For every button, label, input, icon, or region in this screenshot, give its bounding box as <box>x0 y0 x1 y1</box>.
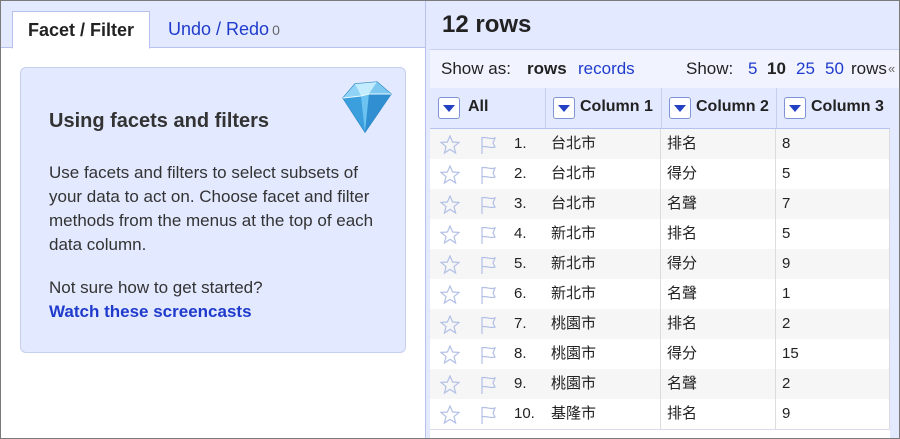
table-row: 5. 新北市 得分 9 <box>430 249 899 280</box>
cell-column-1[interactable]: 台北市 <box>545 159 661 189</box>
col1-label: Column 1 <box>580 98 653 115</box>
undo-count: 0 <box>272 22 280 38</box>
page-size-50[interactable]: 50 <box>825 59 844 79</box>
cell-column-3[interactable]: 1 <box>776 279 890 309</box>
tab-undo-redo-label: Undo / Redo <box>168 19 270 39</box>
cell-column-2[interactable]: 得分 <box>661 249 776 279</box>
show-label: Show: <box>686 59 734 78</box>
cell-column-3[interactable]: 2 <box>776 309 890 339</box>
cell-column-3[interactable]: 15 <box>776 339 890 369</box>
facet-help-box: Using facets and filters Use facets and … <box>20 67 406 353</box>
cell-column-2[interactable]: 排名 <box>661 129 776 159</box>
row-index: 9. <box>514 375 527 392</box>
cell-column-3[interactable]: 9 <box>776 399 890 429</box>
help-title: Using facets and filters <box>49 110 270 132</box>
cell-column-3[interactable]: 7 <box>776 189 890 219</box>
page-size-25[interactable]: 25 <box>796 59 815 79</box>
table-row: 10. 基隆市 排名 9 <box>430 399 899 430</box>
table-row: 9. 桃園市 名聲 2 <box>430 369 899 400</box>
cell-column-3[interactable]: 5 <box>776 219 890 249</box>
tab-undo-redo[interactable]: Undo / Redo 0 <box>168 11 280 47</box>
data-grid: All Column 1 Column 2 Column 3 1. 台北市 排名 8 2… <box>430 88 899 438</box>
mode-records-link[interactable]: records <box>578 59 635 79</box>
row-index: 5. <box>514 255 527 272</box>
cell-column-2[interactable]: 得分 <box>661 339 776 369</box>
col3-menu-button[interactable] <box>784 97 806 119</box>
cell-column-2[interactable]: 名聲 <box>661 279 776 309</box>
col-header-3: Column 3 <box>776 88 891 128</box>
col-header-1: Column 1 <box>545 88 662 128</box>
cell-column-3[interactable]: 2 <box>776 369 890 399</box>
col1-menu-button[interactable] <box>553 97 575 119</box>
row-index: 10. <box>514 405 535 422</box>
table-row: 8. 桃園市 得分 15 <box>430 339 899 370</box>
col2-label: Column 2 <box>696 98 769 115</box>
col-header-2: Column 2 <box>661 88 777 128</box>
screencasts-link[interactable]: Watch these screencasts <box>49 302 252 322</box>
table-row: 4. 新北市 排名 5 <box>430 219 899 250</box>
table-row: 6. 新北市 名聲 1 <box>430 279 899 310</box>
cell-column-1[interactable]: 新北市 <box>545 249 661 279</box>
data-panel: 12 rows Show as: rows records Show: 5 10… <box>425 1 899 438</box>
row-count-title: 12 rows <box>442 11 532 38</box>
table-row: 3. 台北市 名聲 7 <box>430 189 899 220</box>
left-tab-bar: Facet / Filter Undo / Redo 0 <box>1 1 425 49</box>
cell-column-3[interactable]: 8 <box>776 129 890 159</box>
left-panel: Facet / Filter Undo / Redo 0 Using facets… <box>1 1 425 438</box>
row-index: 6. <box>514 285 527 302</box>
cell-column-1[interactable]: 桃園市 <box>545 369 661 399</box>
table-row: 2. 台北市 得分 5 <box>430 159 899 190</box>
page-size-10[interactable]: 10 <box>767 59 786 79</box>
pager-first-icon[interactable]: « <box>888 61 895 76</box>
col2-menu-button[interactable] <box>669 97 691 119</box>
grid-right-edge <box>890 88 899 438</box>
tab-facet-filter[interactable]: Facet / Filter <box>12 11 150 49</box>
rows-suffix: rows <box>851 59 887 78</box>
row-index: 4. <box>514 225 527 242</box>
mode-rows[interactable]: rows <box>527 59 567 79</box>
col3-label: Column 3 <box>811 98 884 115</box>
cell-column-2[interactable]: 排名 <box>661 399 776 429</box>
cell-column-1[interactable]: 基隆市 <box>545 399 661 429</box>
page-size-5[interactable]: 5 <box>748 59 757 79</box>
view-options-bar: Show as: rows records Show: 5 10 25 50 r… <box>430 49 899 89</box>
cell-column-2[interactable]: 名聲 <box>661 189 776 219</box>
cell-column-3[interactable]: 5 <box>776 159 890 189</box>
cell-column-1[interactable]: 新北市 <box>545 219 661 249</box>
help-question: Not sure how to get started? <box>49 278 263 297</box>
row-index: 3. <box>514 195 527 212</box>
cell-column-1[interactable]: 新北市 <box>545 279 661 309</box>
cell-column-1[interactable]: 台北市 <box>545 189 661 219</box>
cell-column-1[interactable]: 桃園市 <box>545 339 661 369</box>
row-index: 1. <box>514 135 527 152</box>
cell-column-1[interactable]: 台北市 <box>545 129 661 159</box>
grid-header: All Column 1 Column 2 Column 3 <box>430 88 899 129</box>
help-body: Use facets and filters to select subsets… <box>49 163 374 254</box>
table-row: 1. 台北市 排名 8 <box>430 129 899 160</box>
col-all-label: All <box>468 98 489 115</box>
row-index: 7. <box>514 315 527 332</box>
cell-column-2[interactable]: 名聲 <box>661 369 776 399</box>
diamond-icon <box>342 81 392 134</box>
col-header-all: All <box>430 88 546 128</box>
row-index: 2. <box>514 165 527 182</box>
cell-column-2[interactable]: 排名 <box>661 219 776 249</box>
row-index: 8. <box>514 345 527 362</box>
cell-column-2[interactable]: 排名 <box>661 309 776 339</box>
cell-column-2[interactable]: 得分 <box>661 159 776 189</box>
show-as-label: Show as: <box>441 59 511 78</box>
col-all-menu-button[interactable] <box>438 97 460 119</box>
cell-column-1[interactable]: 桃園市 <box>545 309 661 339</box>
app-window: Facet / Filter Undo / Redo 0 Using facets… <box>0 0 900 439</box>
table-row: 7. 桃園市 排名 2 <box>430 309 899 340</box>
cell-column-3[interactable]: 9 <box>776 249 890 279</box>
